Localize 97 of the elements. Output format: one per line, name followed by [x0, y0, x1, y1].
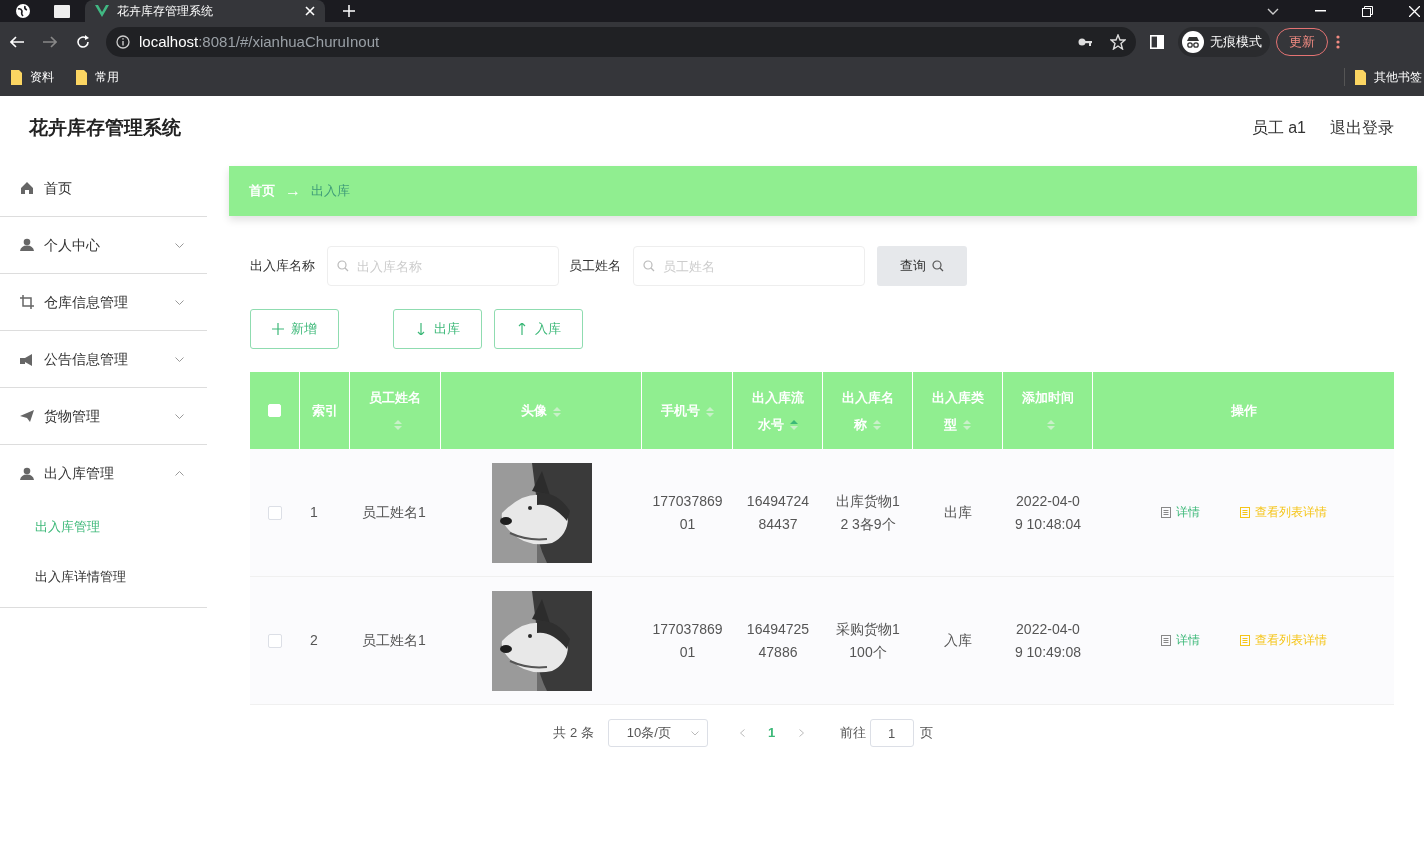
- table-cell-text: 出库货物12 3各9个: [835, 491, 901, 534]
- page-input[interactable]: 1: [869, 719, 914, 747]
- table-cell-text: 1: [310, 503, 318, 522]
- reload-icon[interactable]: [76, 35, 90, 49]
- sort-icon: [1046, 419, 1055, 432]
- chevron-down-icon: [175, 356, 184, 362]
- incognito-icon: [1182, 31, 1204, 53]
- info-icon: [116, 35, 130, 49]
- side-panel-icon[interactable]: [1150, 35, 1164, 49]
- sort-icon: [873, 419, 881, 432]
- folder-icon: [11, 69, 22, 85]
- table-cell-text: 2: [310, 631, 318, 650]
- search-icon: [932, 260, 944, 272]
- table-cell-text: 17703786901: [652, 619, 723, 662]
- total-count: 共 2 条: [553, 724, 594, 743]
- globe-icon[interactable]: [15, 3, 31, 19]
- folder-icon: [1355, 69, 1366, 85]
- page-size-select[interactable]: 10条/页: [607, 719, 708, 747]
- v-logo-icon: [95, 5, 109, 17]
- sort-icon: [789, 419, 798, 432]
- select-all-checkbox[interactable]: [268, 404, 281, 417]
- sidebar-item[interactable]: 公告信息管理: [0, 331, 207, 388]
- field-label: 出入库名称: [250, 257, 315, 276]
- query-button[interactable]: 查询: [877, 246, 967, 286]
- incognito-badge[interactable]: 无痕模式: [1178, 27, 1270, 57]
- breadcrumb-current: 出入库: [311, 182, 350, 201]
- key-icon[interactable]: [1078, 37, 1092, 47]
- sidebar-item[interactable]: 首页: [0, 160, 207, 217]
- app-title: 花卉库存管理系统: [29, 115, 181, 140]
- arrow-down-icon: [415, 323, 427, 335]
- table-cell-text: 17703786901: [652, 491, 723, 534]
- document-icon: [1160, 507, 1171, 518]
- close-icon[interactable]: [305, 6, 315, 16]
- document-icon: [1239, 635, 1250, 646]
- person-icon: [20, 466, 34, 481]
- page-suffix: 页: [919, 724, 933, 743]
- window-icon[interactable]: [54, 4, 70, 18]
- goto-label: 前往: [839, 724, 866, 743]
- sidebar-item[interactable]: 货物管理: [0, 388, 207, 445]
- table-row[interactable]: 1 员工姓名1 17703786901 1649472484437 出库货物12 3各9个 出库 2022-04-09 10:48:04 详情 查看列表详情: [250, 449, 1394, 577]
- table-cell-text: 2022-04-09 10:49:08: [1013, 619, 1083, 662]
- back-icon[interactable]: [10, 36, 24, 48]
- column-header: 操作: [1229, 402, 1258, 420]
- table-row[interactable]: 2 员工姓名1 17703786901 1649472547886 采购货物1 100个 入库 2022-04-09 10:49:08 详情 查看列表详情: [250, 577, 1394, 705]
- row-checkbox[interactable]: [268, 633, 282, 648]
- chevron-up-icon: [175, 471, 184, 476]
- close-icon[interactable]: [1409, 5, 1420, 17]
- table-cell-text: 1649472484437: [745, 491, 811, 534]
- sort-icon: [705, 405, 714, 418]
- chevron-down-icon: [690, 730, 699, 736]
- bookmark-item[interactable]: 常用: [76, 68, 119, 86]
- chevron-down-icon: [175, 242, 184, 248]
- megaphone-icon: [20, 352, 34, 366]
- field-label: 员工姓名: [569, 257, 621, 276]
- address-bar[interactable]: localhost:8081/#/xianhuaChuruInout: [106, 27, 1136, 57]
- url-text: localhost:8081/#/xianhuaChuruInout: [139, 31, 380, 52]
- table-cell-text: 员工姓名1: [362, 503, 426, 522]
- table-cell-text: 2022-04-09 10:48:04: [1013, 491, 1083, 534]
- document-icon: [1160, 635, 1171, 646]
- search-icon: [643, 260, 655, 272]
- sort-icon: [963, 419, 971, 432]
- logout-link[interactable]: 退出登录: [1330, 116, 1394, 140]
- home-icon: [20, 181, 34, 195]
- search-icon: [337, 260, 349, 272]
- table-cell-text: 出库: [944, 503, 972, 522]
- plus-icon: [272, 323, 284, 335]
- arrow-up-icon: [516, 323, 528, 335]
- restore-icon[interactable]: [1362, 5, 1373, 17]
- forward-icon[interactable]: [43, 36, 57, 48]
- table-cell-text: 员工姓名1: [362, 631, 426, 650]
- browser-tab[interactable]: 花卉库存管理系统: [85, 0, 325, 22]
- more-icon[interactable]: [1336, 35, 1340, 49]
- chevron-down-icon: [175, 413, 184, 419]
- plus-icon[interactable]: [343, 5, 355, 17]
- star-icon[interactable]: [1110, 34, 1126, 50]
- sidebar-item[interactable]: 出入库管理: [0, 445, 207, 502]
- submenu-item[interactable]: 出入库详情管理: [0, 552, 207, 602]
- table-cell-text: 1649472547886: [745, 619, 811, 662]
- sort-icon: [394, 419, 402, 432]
- sidebar-item[interactable]: 个人中心: [0, 217, 207, 274]
- paper-plane-icon: [20, 409, 34, 423]
- minimize-icon[interactable]: [1315, 10, 1326, 12]
- table-cell-text: 采购货物1 100个: [835, 619, 901, 662]
- chevron-down-icon: [175, 299, 184, 305]
- breadcrumb-separator: →: [285, 181, 301, 201]
- chevron-down-icon[interactable]: [1267, 7, 1279, 15]
- bookmark-item[interactable]: 资料: [11, 68, 54, 86]
- bookmark-item[interactable]: 其他书签: [1355, 68, 1422, 86]
- user-name: 员工 a1: [1251, 118, 1306, 138]
- sidebar-item[interactable]: 仓库信息管理: [0, 274, 207, 331]
- crop-icon: [20, 295, 34, 309]
- sort-icon: [553, 405, 561, 418]
- person-icon: [20, 238, 34, 252]
- document-icon: [1239, 507, 1250, 518]
- row-checkbox[interactable]: [268, 505, 282, 520]
- folder-icon: [76, 69, 87, 85]
- table-cell-text: 入库: [944, 631, 972, 650]
